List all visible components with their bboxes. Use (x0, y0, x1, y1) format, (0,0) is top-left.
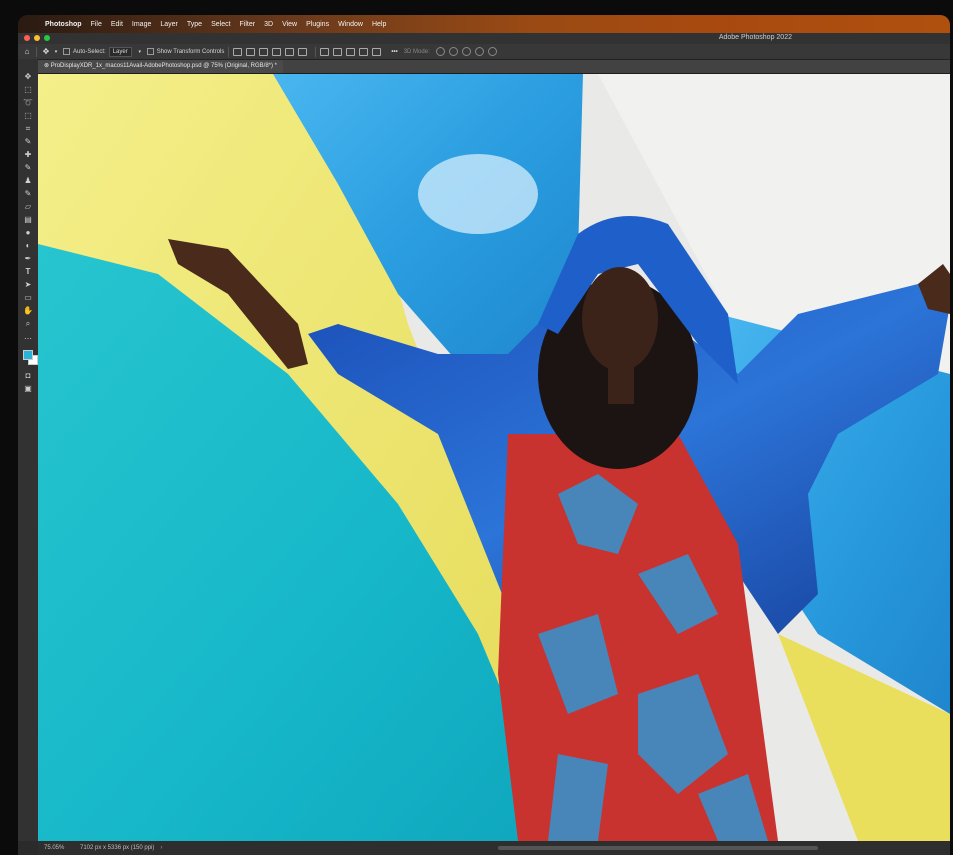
distribute-top-icon[interactable] (359, 47, 369, 56)
menu-3d[interactable]: 3D (264, 21, 273, 28)
divider (228, 46, 230, 57)
move-tool-preset-icon[interactable]: ✥ (41, 47, 51, 56)
window-controls (24, 35, 50, 41)
menu-filter[interactable]: Filter (240, 21, 256, 28)
orbit-3d-icon[interactable] (435, 47, 445, 56)
divider (36, 46, 37, 57)
pan-3d-icon[interactable] (461, 47, 471, 56)
chevron-down-icon[interactable]: ▾ (51, 49, 61, 55)
crop-icon[interactable]: ⌗ (23, 124, 33, 134)
document-canvas[interactable] (38, 74, 950, 841)
horizontal-scrollbar[interactable] (498, 846, 818, 850)
dodge-icon[interactable]: ◐ (23, 241, 33, 251)
move-icon[interactable]: ✥ (23, 72, 33, 82)
transform-controls-checkbox[interactable] (146, 48, 154, 55)
align-right-icon[interactable] (259, 47, 269, 56)
eraser-icon[interactable]: ▱ (23, 202, 33, 212)
align-left-icon[interactable] (233, 47, 243, 56)
path-select-icon[interactable]: ➤ (23, 280, 33, 290)
status-menu-arrow-icon[interactable]: › (160, 845, 162, 851)
lasso-icon[interactable]: ➰ (23, 98, 33, 108)
neck (608, 364, 634, 404)
marquee-icon[interactable]: ⬚ (23, 85, 33, 95)
roll-3d-icon[interactable] (448, 47, 458, 56)
title-bar: Adobe Photoshop 2022 (18, 33, 950, 44)
more-options-icon[interactable]: ••• (391, 49, 397, 55)
close-button[interactable] (24, 35, 30, 41)
document-tab-bar: ⊗ ProDisplayXDR_1x_macos11Avail-AdobePho… (38, 60, 950, 74)
face (582, 267, 658, 371)
menu-window[interactable]: Window (338, 21, 363, 28)
align-middle-icon[interactable] (285, 47, 295, 56)
screen-mode-icon[interactable]: ▣ (23, 384, 33, 394)
quick-mask-icon[interactable]: ◘ (23, 371, 33, 381)
scale-3d-icon[interactable] (487, 47, 497, 56)
tools-panel: ✥ ⬚ ➰ ⬚ ⌗ ✎ ✚ ✎ ♟ ✎ ▱ ▤ ● ◐ ✒ T ➤ ▭ ✋ ⌕ … (18, 59, 39, 841)
align-center-icon[interactable] (246, 47, 256, 56)
divider (315, 46, 317, 57)
auto-select-label: Auto-Select: (73, 48, 106, 55)
menu-image[interactable]: Image (132, 21, 151, 28)
status-bar: 75.05% 7102 px x 5336 px (150 ppi) › (38, 841, 950, 855)
blur-icon[interactable]: ● (23, 228, 33, 238)
history-brush-icon[interactable]: ✎ (23, 189, 33, 199)
hand-icon[interactable]: ✋ (23, 306, 33, 316)
window-title: Adobe Photoshop 2022 (718, 34, 792, 41)
pen-icon[interactable]: ✒ (23, 254, 33, 264)
menu-edit[interactable]: Edit (111, 21, 123, 28)
menu-plugins[interactable]: Plugins (306, 21, 329, 28)
menu-app[interactable]: Photoshop (45, 21, 82, 28)
gradient-icon[interactable]: ▤ (23, 215, 33, 225)
distribute-center-icon[interactable] (333, 47, 343, 56)
menu-select[interactable]: Select (211, 21, 230, 28)
auto-select-dropdown[interactable]: Layer (108, 46, 132, 57)
canvas-artwork (38, 74, 950, 841)
slide-3d-icon[interactable] (474, 47, 484, 56)
foreground-color-swatch[interactable] (23, 350, 33, 360)
brush-icon[interactable]: ✎ (23, 163, 33, 173)
options-bar: ⌂ ✥ ▾ Auto-Select: Layer ▾ Show Transfor… (18, 44, 950, 60)
auto-select-checkbox[interactable] (63, 48, 70, 55)
transform-controls-label: Show Transform Controls (156, 48, 225, 55)
zoom-icon[interactable]: ⌕ (23, 319, 33, 329)
document-title: ProDisplayXDR_1x_macos11Avail-AdobePhoto… (50, 63, 278, 69)
home-icon[interactable]: ⌂ (22, 47, 32, 56)
close-icon[interactable]: ⊗ (44, 63, 49, 69)
zoom-level[interactable]: 75.05% (44, 845, 74, 851)
shape-icon[interactable]: ▭ (23, 293, 33, 303)
healing-icon[interactable]: ✚ (23, 150, 33, 160)
distribute-left-icon[interactable] (320, 47, 330, 56)
more-tools-icon[interactable]: ⋯ (23, 334, 33, 344)
type-icon[interactable]: T (23, 267, 33, 277)
distribute-bottom-icon[interactable] (372, 47, 382, 56)
clone-stamp-icon[interactable]: ♟ (23, 176, 33, 186)
photoshop-window: Photoshop File Edit Image Layer Type Sel… (18, 15, 950, 855)
align-top-icon[interactable] (272, 47, 282, 56)
chevron-down-icon[interactable]: ▾ (135, 49, 145, 55)
document-tab[interactable]: ⊗ ProDisplayXDR_1x_macos11Avail-AdobePho… (38, 60, 284, 73)
minimize-button[interactable] (34, 35, 40, 41)
light-highlight (418, 154, 538, 234)
zoom-button[interactable] (44, 35, 50, 41)
menu-layer[interactable]: Layer (160, 21, 178, 28)
menu-type[interactable]: Type (187, 21, 202, 28)
document-info[interactable]: 7102 px x 5336 px (150 ppi) (80, 845, 154, 851)
menu-view[interactable]: View (282, 21, 297, 28)
menu-help[interactable]: Help (372, 21, 386, 28)
object-select-icon[interactable]: ⬚ (23, 111, 33, 121)
3d-mode-label: 3D Mode: (403, 48, 430, 55)
align-bottom-icon[interactable] (298, 47, 308, 56)
menubar: Photoshop File Edit Image Layer Type Sel… (18, 15, 950, 33)
menu-file[interactable]: File (91, 21, 102, 28)
eyedropper-icon[interactable]: ✎ (23, 137, 33, 147)
distribute-right-icon[interactable] (346, 47, 356, 56)
